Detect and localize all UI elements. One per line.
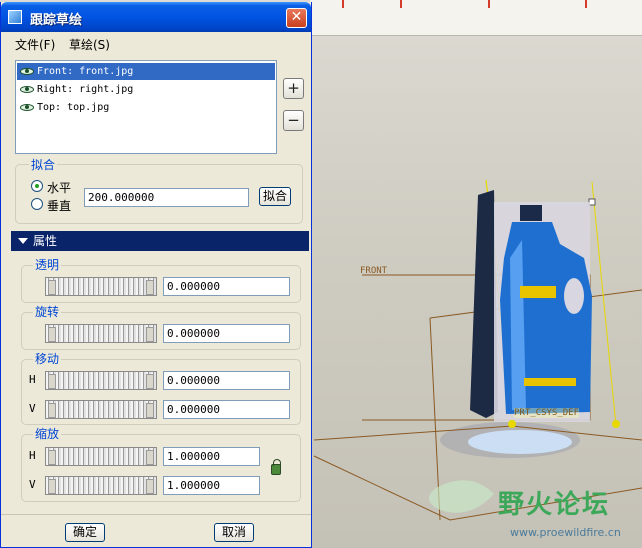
radio-button[interactable] (31, 180, 43, 192)
radio-horizontal-label: 水平 (47, 181, 72, 195)
rotation-input[interactable]: 0.000000 (163, 324, 290, 343)
dialog-title: 跟踪草绘 (30, 13, 83, 28)
add-image-button[interactable]: + (283, 78, 304, 99)
list-item-label: Right: right.jpg (37, 84, 134, 95)
eye-icon[interactable] (20, 86, 34, 93)
title-bar[interactable]: 跟踪草绘 ✕ (1, 2, 311, 32)
properties-header[interactable]: 属性 (11, 231, 309, 251)
csys-label[interactable]: PRT_CSYS_DEF (514, 408, 580, 418)
floor-reflection (468, 430, 572, 454)
close-button[interactable]: ✕ (286, 8, 307, 28)
list-item-right[interactable]: Right: right.jpg (17, 81, 275, 98)
transparency-thumbwheel[interactable] (45, 277, 157, 296)
watermark-url: www.proewildfire.cn (510, 526, 621, 539)
move-v-label: V (29, 402, 36, 415)
menu-sketch[interactable]: 草绘(S) (69, 36, 110, 53)
list-item-front[interactable]: Front: front.jpg (17, 63, 275, 80)
trace-sketch-dialog: 跟踪草绘 ✕ 文件(F) 草绘(S) Front: front.jpg Righ… (0, 2, 312, 548)
rotation-group-title: 旋转 (33, 303, 62, 320)
app-icon (8, 10, 22, 24)
move-h-label: H (29, 373, 36, 386)
image-list[interactable]: Front: front.jpg Right: right.jpg Top: t… (15, 60, 277, 154)
bottle-label-top (520, 286, 556, 298)
bottle-label-bottom (524, 378, 576, 386)
ok-button[interactable]: 确定 (65, 523, 105, 542)
menu-bar: 文件(F) 草绘(S) (1, 32, 311, 54)
transparency-group-title: 透明 (33, 256, 62, 273)
collapse-triangle-icon (18, 238, 28, 244)
fit-group-title: 拟合 (29, 156, 58, 173)
side-image-silhouette (470, 190, 498, 418)
datum-plane-front-label[interactable]: FRONT (360, 266, 387, 276)
scale-v-input[interactable]: 1.000000 (163, 476, 260, 495)
csys-origin-marker (508, 420, 516, 428)
lock-aspect-icon[interactable] (271, 459, 281, 475)
eye-icon[interactable] (20, 68, 34, 75)
list-item-label: Front: front.jpg (37, 66, 134, 77)
cancel-button[interactable]: 取消 (214, 523, 254, 542)
fit-value-input[interactable]: 200.000000 (84, 188, 249, 207)
bottle-handle-hole (564, 278, 584, 314)
remove-image-button[interactable]: − (283, 110, 304, 131)
move-v-input[interactable]: 0.000000 (163, 400, 290, 419)
list-item-label: Top: top.jpg (37, 102, 110, 113)
radio-button[interactable] (31, 198, 43, 210)
scale-v-thumbwheel[interactable] (45, 476, 157, 495)
bottle-cap (520, 205, 542, 221)
transparency-input[interactable]: 0.000000 (163, 277, 290, 296)
move-v-thumbwheel[interactable] (45, 400, 157, 419)
scale-group-title: 缩放 (33, 425, 62, 442)
menu-file[interactable]: 文件(F) (15, 36, 55, 53)
radio-vertical-label: 垂直 (47, 199, 72, 213)
radio-vertical[interactable]: 垂直 (31, 197, 81, 213)
dialog-footer (1, 514, 311, 548)
scale-v-label: V (29, 478, 36, 491)
move-group-title: 移动 (33, 350, 62, 367)
scale-h-label: H (29, 449, 36, 462)
move-h-thumbwheel[interactable] (45, 371, 157, 390)
rotation-thumbwheel[interactable] (45, 324, 157, 343)
scale-h-thumbwheel[interactable] (45, 447, 157, 466)
radio-horizontal[interactable]: 水平 (31, 179, 81, 195)
fit-button[interactable]: 拟合 (259, 187, 291, 206)
datum-axis-2 (591, 181, 617, 427)
scale-h-input[interactable]: 1.000000 (163, 447, 260, 466)
list-item-top[interactable]: Top: top.jpg (17, 99, 275, 116)
eye-icon[interactable] (20, 104, 34, 111)
properties-header-label: 属性 (33, 234, 58, 248)
datum-point-marker (612, 420, 620, 428)
watermark-text: 野火论坛 (498, 490, 611, 520)
move-h-input[interactable]: 0.000000 (163, 371, 290, 390)
